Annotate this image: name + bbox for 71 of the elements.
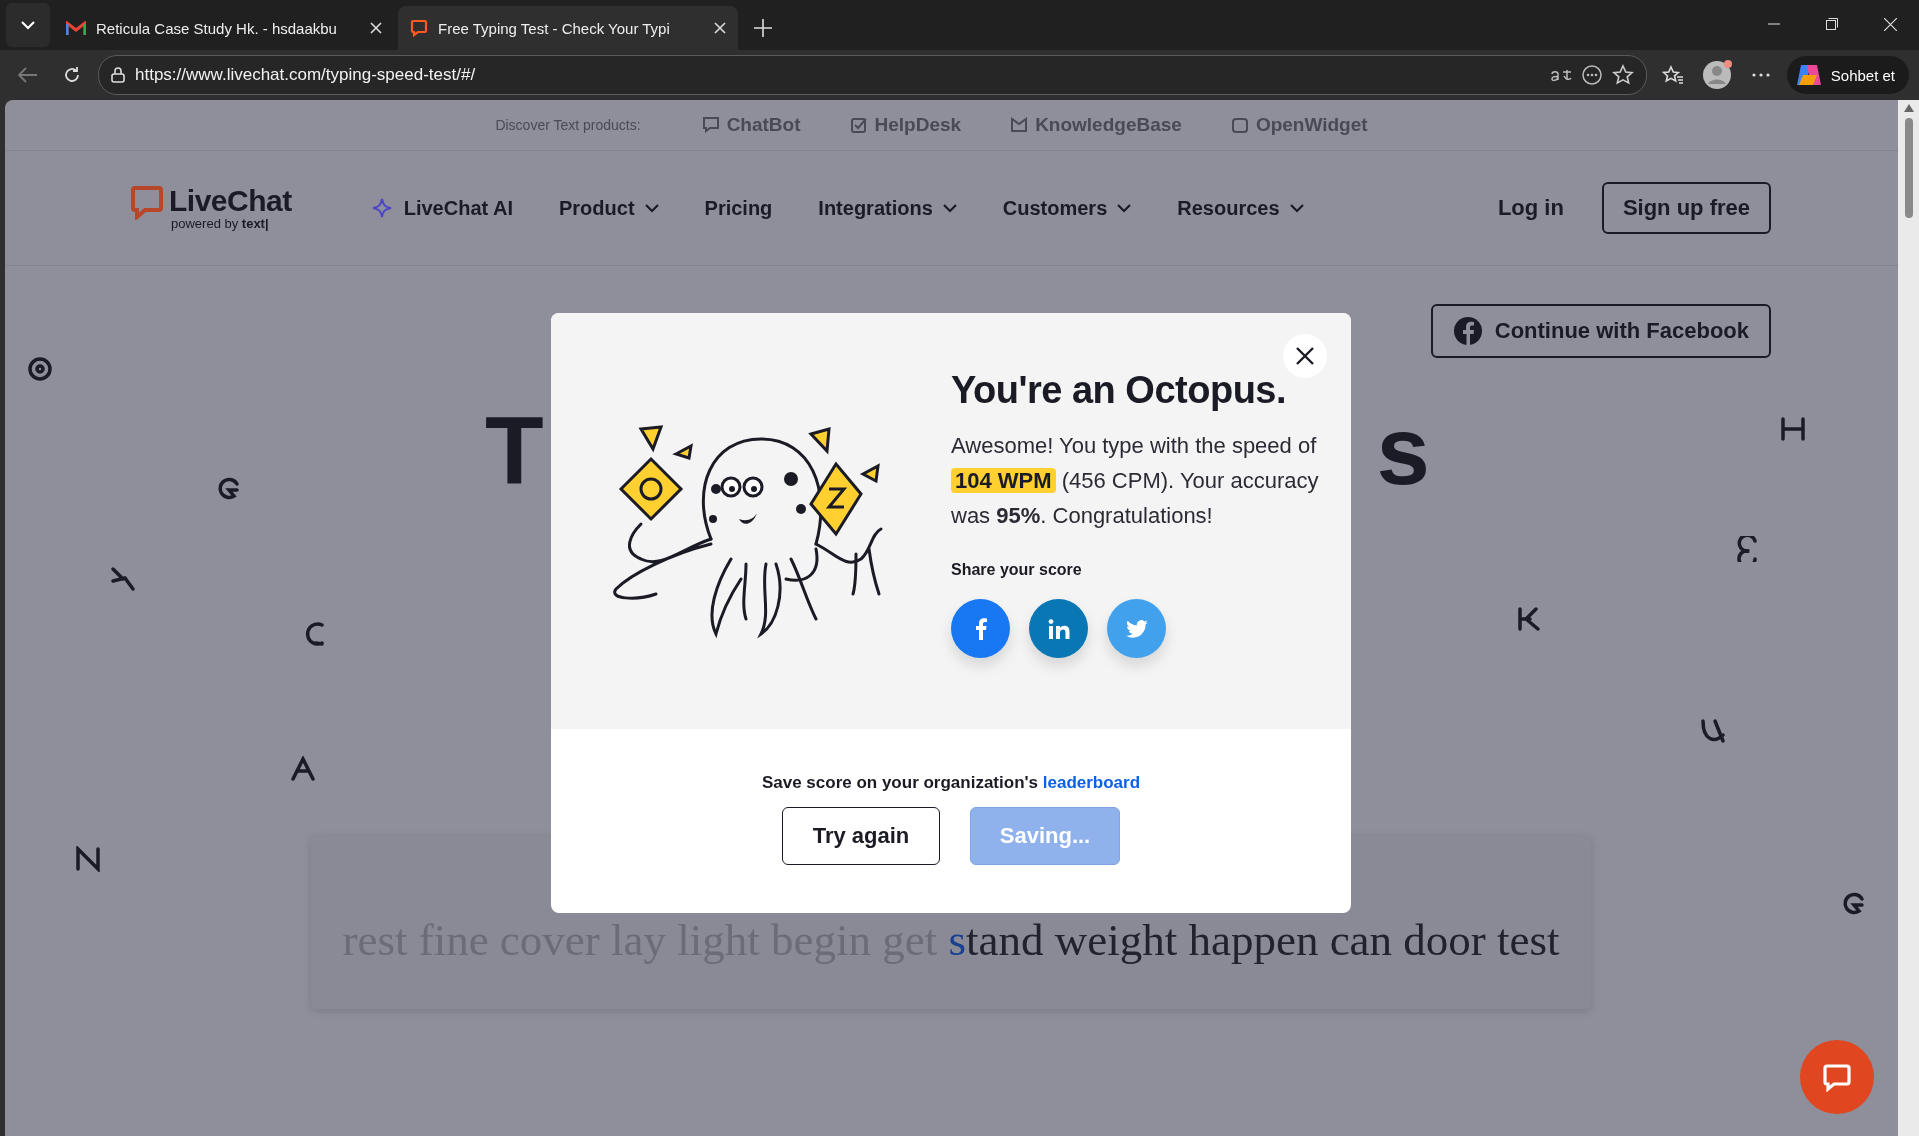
nav-dropdown[interactable]: Resources <box>1177 196 1304 220</box>
nav-dropdown[interactable]: Integrations <box>818 196 957 220</box>
close-button[interactable] <box>1283 334 1327 378</box>
product-link[interactable]: KnowledgeBase <box>1009 114 1182 136</box>
nav-link[interactable]: Pricing <box>704 196 773 220</box>
close-window-icon[interactable] <box>1883 17 1897 31</box>
letter-doodle-icon <box>1515 606 1541 632</box>
letter-doodle-icon <box>75 846 101 872</box>
star-icon[interactable] <box>1611 64 1634 86</box>
chatbot-icon <box>700 115 721 135</box>
more-options-icon[interactable] <box>1751 73 1770 77</box>
signup-button[interactable]: Sign up free <box>1601 182 1771 234</box>
linkedin-icon <box>1047 618 1070 639</box>
chevron-down-icon <box>644 203 659 213</box>
helpdesk-icon <box>848 115 869 135</box>
chevron-down-icon <box>1117 203 1132 213</box>
try-again-button[interactable]: Try again <box>782 807 940 865</box>
new-tab-icon[interactable] <box>754 19 772 37</box>
nav-link[interactable]: LiveChat AI <box>369 196 513 220</box>
facebook-icon <box>1452 316 1483 346</box>
letter-doodle-icon <box>290 756 316 782</box>
letter-doodle-icon <box>110 566 136 592</box>
mail-icon <box>66 20 86 36</box>
share-label: Share your score <box>951 561 1083 579</box>
chevron-down-icon <box>1289 203 1304 213</box>
letter-doodle-icon <box>1840 891 1866 917</box>
save-score-text: Save score on your organization's leaderboard <box>761 773 1141 793</box>
lock-icon <box>111 67 125 83</box>
result-title: You're an Octopus. <box>951 369 1288 412</box>
close-icon[interactable] <box>370 22 382 34</box>
chat-bubble-icon <box>1822 1062 1852 1092</box>
result-message: Awesome! You type with the speed of 104 WPM (456 CPM). Your accuracy was 95%. Congratulations! <box>951 432 1320 530</box>
heading-fragment: s <box>1376 403 1430 499</box>
copilot-chat-button[interactable]: Sohbet et <box>1786 56 1909 94</box>
leaderboard-link[interactable]: leaderboard <box>1042 773 1141 792</box>
facebook-login-button[interactable]: Continue with Facebook <box>1430 304 1771 358</box>
scrollbar-thumb[interactable] <box>1904 118 1913 218</box>
product-link[interactable]: HelpDesk <box>848 114 962 136</box>
chevron-down-icon <box>942 203 957 213</box>
chat-bubble-icon <box>410 19 428 37</box>
chat-bubble-logo-icon <box>131 185 163 220</box>
nav-dropdown[interactable]: Customers <box>1002 196 1132 220</box>
product-link[interactable]: OpenWidget <box>1229 114 1368 136</box>
back-arrow-icon[interactable] <box>18 67 38 83</box>
openwidget-icon <box>1229 115 1250 135</box>
logo-tagline: powered by text| <box>171 215 270 231</box>
logo-text[interactable]: LiveChat <box>169 185 292 216</box>
login-link[interactable]: Log in <box>1497 195 1564 221</box>
browser-tab[interactable]: Free Typing Test - Check Your Typi <box>398 6 738 50</box>
close-icon <box>1296 347 1314 365</box>
more-circle-icon[interactable] <box>1581 65 1602 85</box>
heading-fragment: T <box>485 403 544 499</box>
product-link[interactable]: ChatBot <box>700 114 801 136</box>
chevron-down-icon <box>21 20 35 30</box>
browser-tab[interactable]: Reticula Case Study Hk. - hsdaakbu <box>54 6 394 50</box>
address-bar[interactable]: https://www.livechat.com/typing-speed-test/#/ <box>98 55 1647 95</box>
products-label: Discover Text products: <box>495 117 641 133</box>
letter-doodle-icon <box>1700 718 1726 744</box>
letter-doodle-icon <box>1780 416 1806 442</box>
restore-icon[interactable] <box>1826 18 1838 30</box>
profile-avatar-icon[interactable] <box>1701 60 1732 90</box>
nav-dropdown[interactable]: Product <box>559 196 659 220</box>
letter-doodle-icon <box>27 356 53 382</box>
reload-icon[interactable] <box>63 66 81 84</box>
scroll-up-icon[interactable] <box>1903 104 1914 112</box>
facebook-icon <box>974 617 987 640</box>
letter-doodle-icon <box>215 476 241 502</box>
favorites-icon[interactable] <box>1661 65 1684 85</box>
close-icon[interactable] <box>714 22 726 34</box>
knowledgebase-icon <box>1009 115 1030 135</box>
twitter-bird-icon <box>1125 619 1148 638</box>
